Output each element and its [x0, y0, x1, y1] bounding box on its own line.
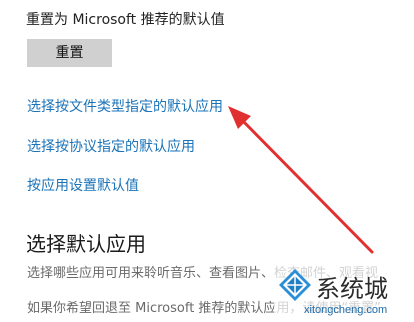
- link-choose-by-file-type[interactable]: 选择按文件类型指定的默认应用: [27, 96, 223, 116]
- reset-button[interactable]: 重置: [27, 39, 112, 67]
- watermark: 系统城 xitongcheng.com: [274, 264, 414, 322]
- link-set-defaults-by-app[interactable]: 按应用设置默认值: [27, 175, 139, 195]
- watermark-name: 系统城: [316, 275, 388, 303]
- watermark-url: xitongcheng.com: [304, 304, 388, 316]
- windows-logo-icon: [279, 269, 311, 301]
- choose-default-apps-title: 选择默认应用: [26, 232, 146, 256]
- reset-heading: 重置为 Microsoft 推荐的默认值: [26, 12, 225, 28]
- link-choose-by-protocol[interactable]: 选择按协议指定的默认应用: [27, 136, 195, 156]
